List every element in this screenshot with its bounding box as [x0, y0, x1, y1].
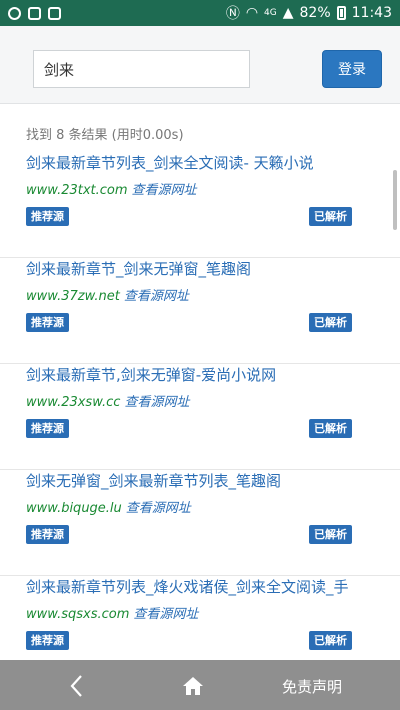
- recommend-badge: 推荐源: [26, 525, 69, 544]
- signal-icon: ▲: [282, 5, 294, 21]
- result-title-link[interactable]: 剑来最新章节列表_烽火戏诸侯_剑来全文阅读_手: [26, 576, 376, 597]
- view-source-link[interactable]: 查看源网址: [124, 395, 189, 410]
- bag-icon: [48, 6, 61, 20]
- parsed-badge: 已解析: [309, 419, 352, 438]
- result-url-line: www.23xsw.cc 查看源网址: [26, 391, 189, 410]
- search-input[interactable]: [33, 50, 250, 88]
- bottom-nav: 免责声明: [0, 660, 400, 710]
- status-right: Ⓝ ◠ 4G ▲ 82% 11:43: [226, 3, 392, 23]
- result-title-link[interactable]: 剑来最新章节列表_剑来全文阅读- 天籁小说: [26, 152, 376, 173]
- parsed-badge: 已解析: [309, 313, 352, 332]
- result-item: 剑来最新章节列表_剑来全文阅读- 天籁小说 www.23txt.com 查看源网址…: [0, 152, 400, 258]
- view-source-link[interactable]: 查看源网址: [132, 183, 197, 198]
- recommend-badge: 推荐源: [26, 419, 69, 438]
- result-item: 剑来无弹窗_剑来最新章节列表_笔趣阁 www.biquge.lu 查看源网址 推荐…: [0, 470, 400, 576]
- recommend-badge: 推荐源: [26, 631, 69, 650]
- network-type: 4G: [264, 8, 277, 18]
- status-bar: Ⓝ ◠ 4G ▲ 82% 11:43: [0, 0, 400, 26]
- result-title-link[interactable]: 剑来最新章节,剑来无弹窗-爱尚小说网: [26, 364, 376, 385]
- nfc-icon: Ⓝ: [225, 6, 240, 22]
- clock: 11:43: [351, 5, 392, 21]
- result-domain: www.sqsxs.com: [26, 607, 130, 622]
- scrollbar[interactable]: [393, 170, 397, 230]
- view-source-link[interactable]: 查看源网址: [124, 289, 189, 304]
- result-url-line: www.biquge.lu 查看源网址: [26, 497, 191, 516]
- login-button[interactable]: 登录: [322, 50, 382, 88]
- home-icon: [183, 677, 203, 695]
- result-item: 剑来最新章节_剑来无弹窗_笔趣阁 www.37zw.net 查看源网址 推荐源 已…: [0, 258, 400, 364]
- result-summary: 找到 8 条结果 (用时0.00s): [26, 128, 184, 143]
- search-header: 登录: [0, 26, 400, 104]
- battery-percent: 82%: [299, 5, 331, 21]
- result-domain: www.23txt.com: [26, 183, 128, 198]
- result-domain: www.23xsw.cc: [26, 395, 121, 410]
- recommend-badge: 推荐源: [26, 207, 69, 226]
- battery-icon: [336, 6, 346, 20]
- chevron-left-icon: [70, 675, 82, 697]
- results-content[interactable]: 找到 8 条结果 (用时0.00s) 剑来最新章节列表_剑来全文阅读- 天籁小说…: [0, 104, 400, 660]
- result-domain: www.37zw.net: [26, 289, 120, 304]
- parsed-badge: 已解析: [309, 207, 352, 226]
- result-item: 剑来最新章节,剑来无弹窗-爱尚小说网 www.23xsw.cc 查看源网址 推荐源…: [0, 364, 400, 470]
- parsed-badge: 已解析: [309, 525, 352, 544]
- result-url-line: www.37zw.net 查看源网址: [26, 285, 189, 304]
- result-title-link[interactable]: 剑来无弹窗_剑来最新章节列表_笔趣阁: [26, 470, 376, 491]
- result-url-line: www.23txt.com 查看源网址: [26, 179, 197, 198]
- image-icon: [28, 6, 41, 20]
- home-button[interactable]: [178, 672, 208, 700]
- disclaimer-link[interactable]: 免责声明: [282, 676, 342, 697]
- result-item: 剑来最新章节列表_烽火戏诸侯_剑来全文阅读_手 www.sqsxs.com 查看源…: [0, 576, 400, 660]
- quick-search-icon: [8, 6, 21, 20]
- view-source-link[interactable]: 查看源网址: [126, 501, 191, 516]
- result-domain: www.biquge.lu: [26, 501, 122, 516]
- back-button[interactable]: [62, 672, 92, 700]
- wifi-icon: ◠: [245, 5, 259, 21]
- parsed-badge: 已解析: [309, 631, 352, 650]
- status-left-icons: [8, 6, 61, 20]
- view-source-link[interactable]: 查看源网址: [133, 607, 198, 622]
- result-url-line: www.sqsxs.com 查看源网址: [26, 603, 198, 622]
- result-title-link[interactable]: 剑来最新章节_剑来无弹窗_笔趣阁: [26, 258, 376, 279]
- recommend-badge: 推荐源: [26, 313, 69, 332]
